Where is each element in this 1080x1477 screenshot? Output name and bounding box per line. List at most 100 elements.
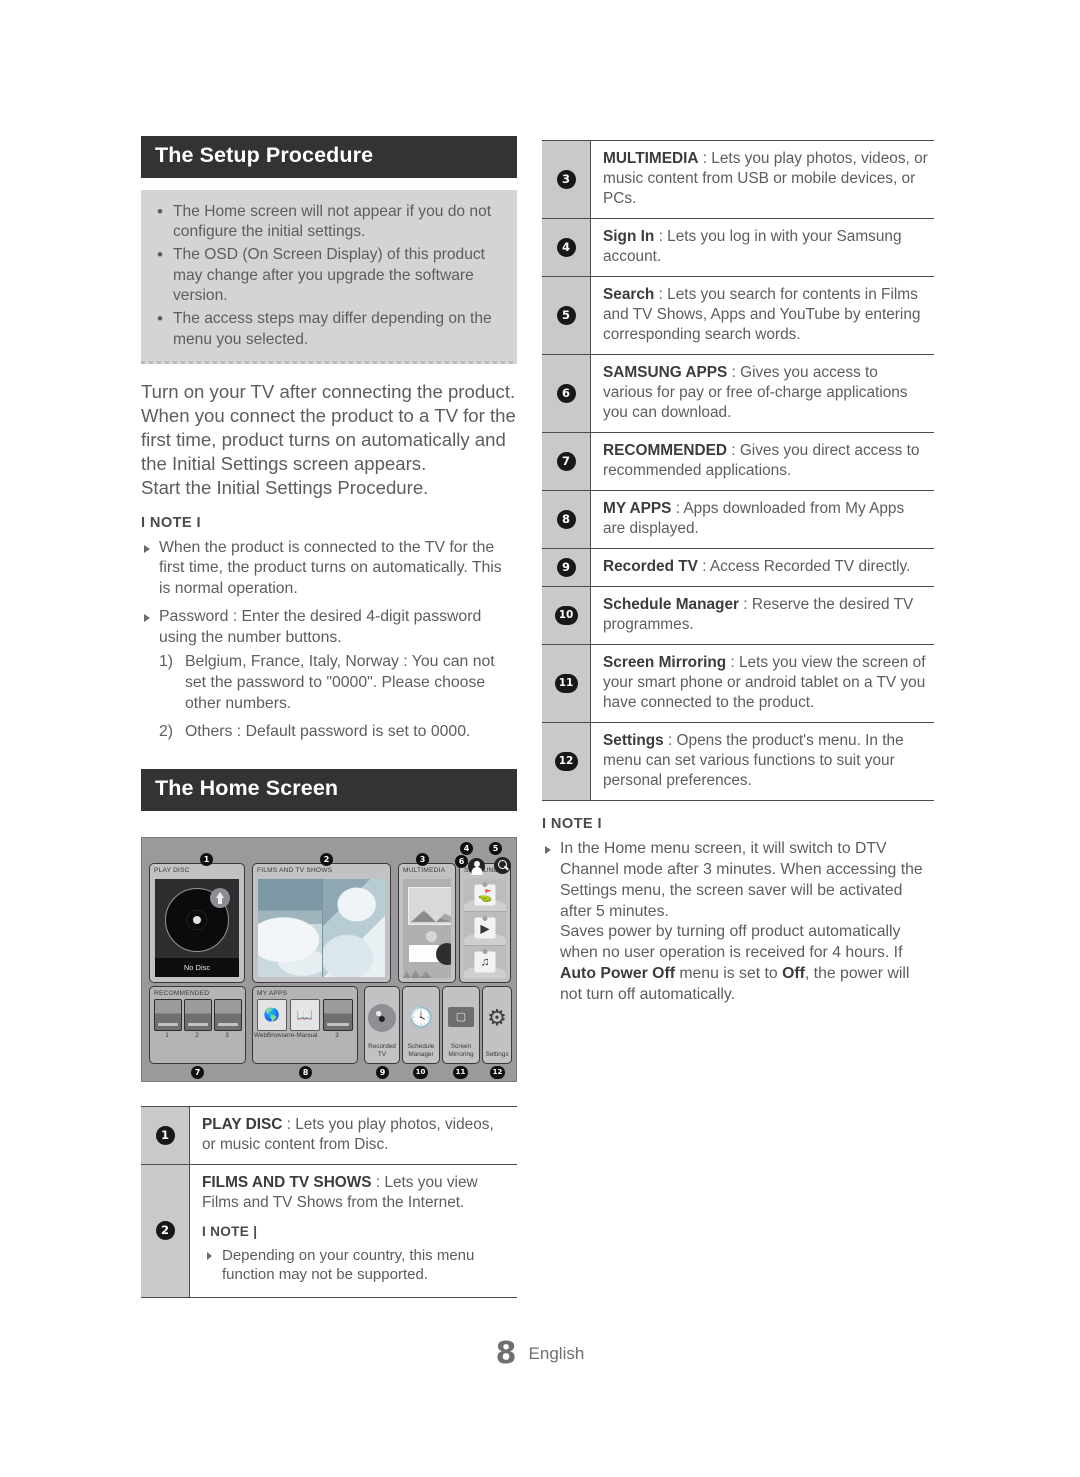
recommended-label-1: 1 xyxy=(165,1031,169,1039)
row-description-cell: MY APPS : Apps downloaded from My Apps a… xyxy=(590,490,934,550)
note-item: In the Home menu screen, it will switch … xyxy=(542,839,934,1005)
web-browser-icon[interactable]: 🌎 xyxy=(257,998,287,1031)
note-sub-text: Others : Default password is set to 0000… xyxy=(185,722,471,740)
my-apps-label-2: e-Manual xyxy=(290,1031,318,1039)
recommended-thumb-3[interactable] xyxy=(214,998,242,1031)
row-term: MY APPS xyxy=(603,500,672,518)
row-number-cell: 3 xyxy=(542,139,591,220)
tile-settings[interactable]: ⚙ Settings xyxy=(482,985,512,1064)
row-separator: : xyxy=(371,1173,385,1191)
note-sub-item: 2) Others : Default password is set to 0… xyxy=(159,722,517,743)
row-number: 11 xyxy=(554,674,578,694)
films-artwork xyxy=(258,878,385,977)
note-item: When the product is connected to the TV … xyxy=(141,538,517,600)
row-separator: : xyxy=(671,500,684,518)
note-text-part: Saves power by turning off product autom… xyxy=(560,923,903,962)
search-icon[interactable] xyxy=(494,856,511,874)
callout-marker-6: 6 xyxy=(455,854,468,868)
tile-my-apps[interactable]: MY APPS 🌎 📖 WebBrowser e-Manual 3 xyxy=(252,985,358,1064)
my-apps-thumb-3[interactable] xyxy=(323,998,353,1031)
right-column: 3 MULTIMEDIA : Lets you play photos, vide… xyxy=(542,139,934,1013)
callout-bullet: The Home screen will not appear if you d… xyxy=(155,200,501,243)
tile-samsung-apps[interactable]: SAMSUNG APPS ⛳ ▶ ♫ xyxy=(459,862,511,983)
row-separator: : xyxy=(739,596,752,614)
avatar-icon[interactable] xyxy=(468,857,485,875)
row-number: 4 xyxy=(556,238,576,258)
recommended-label-2: 2 xyxy=(195,1031,199,1039)
row-term: SAMSUNG APPS xyxy=(603,364,728,382)
note-item-text: In the Home menu screen, it will switch … xyxy=(560,840,923,920)
tile-label-screen-mirroring: Screen Mirroring xyxy=(448,1042,474,1058)
note-sub-list: 1) Belgium, France, Italy, Norway : You … xyxy=(159,652,517,742)
row-number: 9 xyxy=(556,558,576,578)
left-note-list: When the product is connected to the TV … xyxy=(141,538,517,743)
sun-icon xyxy=(426,930,437,942)
mountains-icon xyxy=(403,969,451,978)
row-term: FILMS AND TV SHOWS xyxy=(202,1173,372,1191)
row-number-cell: 8 xyxy=(542,490,591,550)
row-number-cell: 9 xyxy=(542,548,591,588)
music-icon: ♫ xyxy=(474,951,496,973)
row-description-cell: Screen Mirroring : Lets you view the scr… xyxy=(590,644,934,724)
row-text: Access Recorded TV directly. xyxy=(709,558,911,576)
callout-marker-3: 3 xyxy=(416,852,429,866)
row-term: RECOMMENDED xyxy=(603,442,727,460)
callout-marker-11: 11 xyxy=(453,1065,468,1079)
note-text-part: menu is set to xyxy=(674,964,783,982)
screen-mirroring-icon: ▢ xyxy=(448,1006,474,1027)
tile-recommended[interactable]: RECOMMENDED 1 2 3 xyxy=(149,985,246,1064)
no-disc-status: No Disc xyxy=(155,957,239,977)
photo-icon xyxy=(408,886,451,925)
page-number: 8 xyxy=(495,1336,517,1371)
e-manual-icon[interactable]: 📖 xyxy=(290,998,320,1031)
page-language: English xyxy=(528,1344,585,1363)
tile-recorded-tv[interactable]: ● Recorded TV xyxy=(364,985,400,1064)
row-description-cell: Search : Lets you search for contents in… xyxy=(590,276,934,356)
row-term: Sign In xyxy=(603,228,655,246)
row-description-cell: Sign In : Lets you log in with your Sams… xyxy=(590,218,934,278)
home-screen-items-table-left: 1 PLAY DISC : Lets you play photos, vide… xyxy=(141,1105,517,1298)
row-term: Search xyxy=(603,286,655,304)
cell-note-item: Depending on your country, this menu fun… xyxy=(202,1246,511,1285)
row-number-cell: 4 xyxy=(542,218,591,278)
tile-play-disc[interactable]: PLAY DISC No Disc xyxy=(149,862,245,983)
manual-page: The Setup Procedure The Home screen will… xyxy=(0,0,1080,1477)
callout-bullet-list: The Home screen will not appear if you d… xyxy=(155,200,501,351)
note-item: Password : Enter the desired 4-digit pas… xyxy=(141,607,517,743)
row-number-cell: 7 xyxy=(542,432,591,492)
row-term: MULTIMEDIA xyxy=(603,150,699,167)
note-sub-number: 1) xyxy=(159,653,174,671)
row-term: Settings xyxy=(603,732,664,750)
callout-marker-1: 1 xyxy=(200,852,213,866)
tile-schedule-manager[interactable]: 🕓 Schedule Manager xyxy=(402,985,440,1064)
table-row: 9 Recorded TV : Access Recorded TV direct… xyxy=(542,548,934,588)
row-term: Screen Mirroring xyxy=(603,654,727,672)
callout-bullet: The OSD (On Screen Display) of this prod… xyxy=(155,244,501,307)
row-description-cell: Recorded TV : Access Recorded TV directl… xyxy=(590,548,934,588)
callout-marker-10: 10 xyxy=(413,1065,428,1079)
tile-films-and-tv-shows[interactable]: FILMS AND TV SHOWS xyxy=(252,862,391,983)
table-row: 3 MULTIMEDIA : Lets you play photos, vide… xyxy=(542,139,934,220)
recommended-thumb-2[interactable] xyxy=(184,998,212,1031)
tile-multimedia[interactable]: MULTIMEDIA xyxy=(398,862,456,983)
note-item-text: Password : Enter the desired 4-digit pas… xyxy=(159,607,482,646)
tile-label-recommended: RECOMMENDED xyxy=(154,989,210,997)
callout-bullet: The access steps may differ depending on… xyxy=(155,308,501,350)
recommended-thumb-1[interactable] xyxy=(154,998,182,1031)
section-header-home-screen: The Home Screen xyxy=(141,769,517,811)
callout-marker-5: 5 xyxy=(489,841,502,855)
setup-callout-box: The Home screen will not appear if you d… xyxy=(141,189,517,364)
media-shape-light xyxy=(409,944,439,962)
app-slot: ♫ xyxy=(464,945,506,978)
row-number: 6 xyxy=(556,384,576,404)
tile-label-settings: Settings xyxy=(485,1050,509,1058)
sports-icon: ⛳ xyxy=(474,884,496,906)
row-number: 3 xyxy=(556,170,576,190)
tile-label-recorded-tv: Recorded TV xyxy=(368,1042,396,1058)
row-description-cell: PLAY DISC : Lets you play photos, videos… xyxy=(189,1105,517,1165)
my-apps-label-1: WebBrowser xyxy=(254,1031,291,1039)
row-number-cell: 1 xyxy=(141,1105,190,1165)
callout-marker-7: 7 xyxy=(191,1065,204,1079)
right-note-list: In the Home menu screen, it will switch … xyxy=(542,839,934,1005)
tile-screen-mirroring[interactable]: ▢ Screen Mirroring xyxy=(442,985,480,1064)
